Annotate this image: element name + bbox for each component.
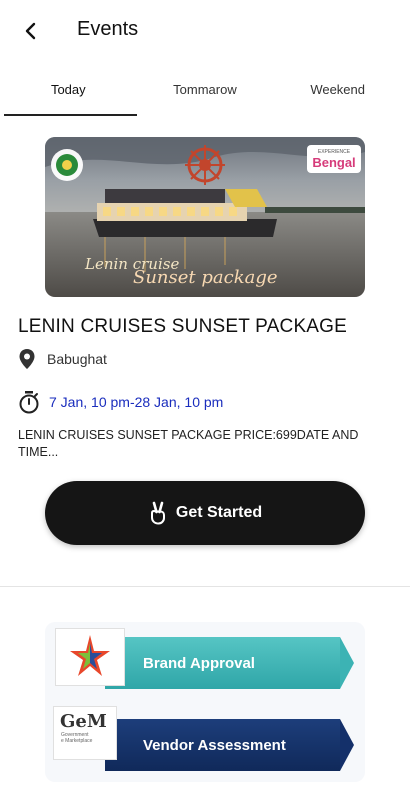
- tab-bar: Today Tommarow Weekend: [0, 70, 410, 116]
- location-row: Babughat: [18, 348, 107, 370]
- brand-badge-line2: Bengal: [312, 155, 355, 170]
- event-location: Babughat: [47, 351, 107, 367]
- get-started-label: Get Started: [175, 504, 263, 521]
- gem-logo: GeM Government e Marketplace: [53, 706, 117, 760]
- arrow-tip-icon: [340, 637, 354, 689]
- image-caption-line2: Sunset package: [133, 267, 278, 288]
- event-time: 7 Jan, 10 pm-28 Jan, 10 pm: [49, 394, 224, 410]
- get-started-button[interactable]: Get Started: [45, 481, 365, 545]
- brand-approval-label: Brand Approval: [143, 654, 255, 672]
- star-logo-icon: [70, 635, 110, 676]
- vendor-assessment-strip: Vendor Assessment: [105, 719, 340, 771]
- event-image[interactable]: EXPERIENCE Bengal Lenin cruise Sunset pa…: [45, 137, 365, 297]
- app-header: Events: [0, 0, 410, 62]
- star-logo: [55, 628, 125, 686]
- vendor-assessment-label: Vendor Assessment: [143, 736, 286, 754]
- back-arrow-icon: [25, 22, 36, 40]
- promo-banner[interactable]: Brand Approval Vendor Assessment GeM Gov…: [45, 622, 365, 782]
- section-divider: [0, 586, 410, 587]
- back-button[interactable]: [16, 16, 46, 46]
- arrow-tip-icon: [340, 719, 354, 771]
- page-title: Events: [77, 18, 139, 40]
- location-pin-icon: [19, 349, 35, 369]
- time-row: 7 Jan, 10 pm-28 Jan, 10 pm: [18, 390, 223, 414]
- victory-hand-icon: [150, 501, 165, 525]
- gem-logo-title: GeM: [60, 711, 107, 732]
- event-title: LENIN CRUISES SUNSET PACKAGE: [18, 316, 348, 337]
- gem-logo-line3: e Marketplace: [61, 738, 93, 744]
- brand-approval-strip: Brand Approval: [105, 637, 340, 689]
- tab-tomorrow[interactable]: Tommarow: [137, 70, 274, 116]
- tab-today[interactable]: Today: [0, 70, 137, 116]
- stopwatch-icon: [19, 391, 39, 414]
- tab-weekend[interactable]: Weekend: [273, 70, 410, 116]
- event-description: LENIN CRUISES SUNSET PACKAGE PRICE:699DA…: [18, 428, 359, 459]
